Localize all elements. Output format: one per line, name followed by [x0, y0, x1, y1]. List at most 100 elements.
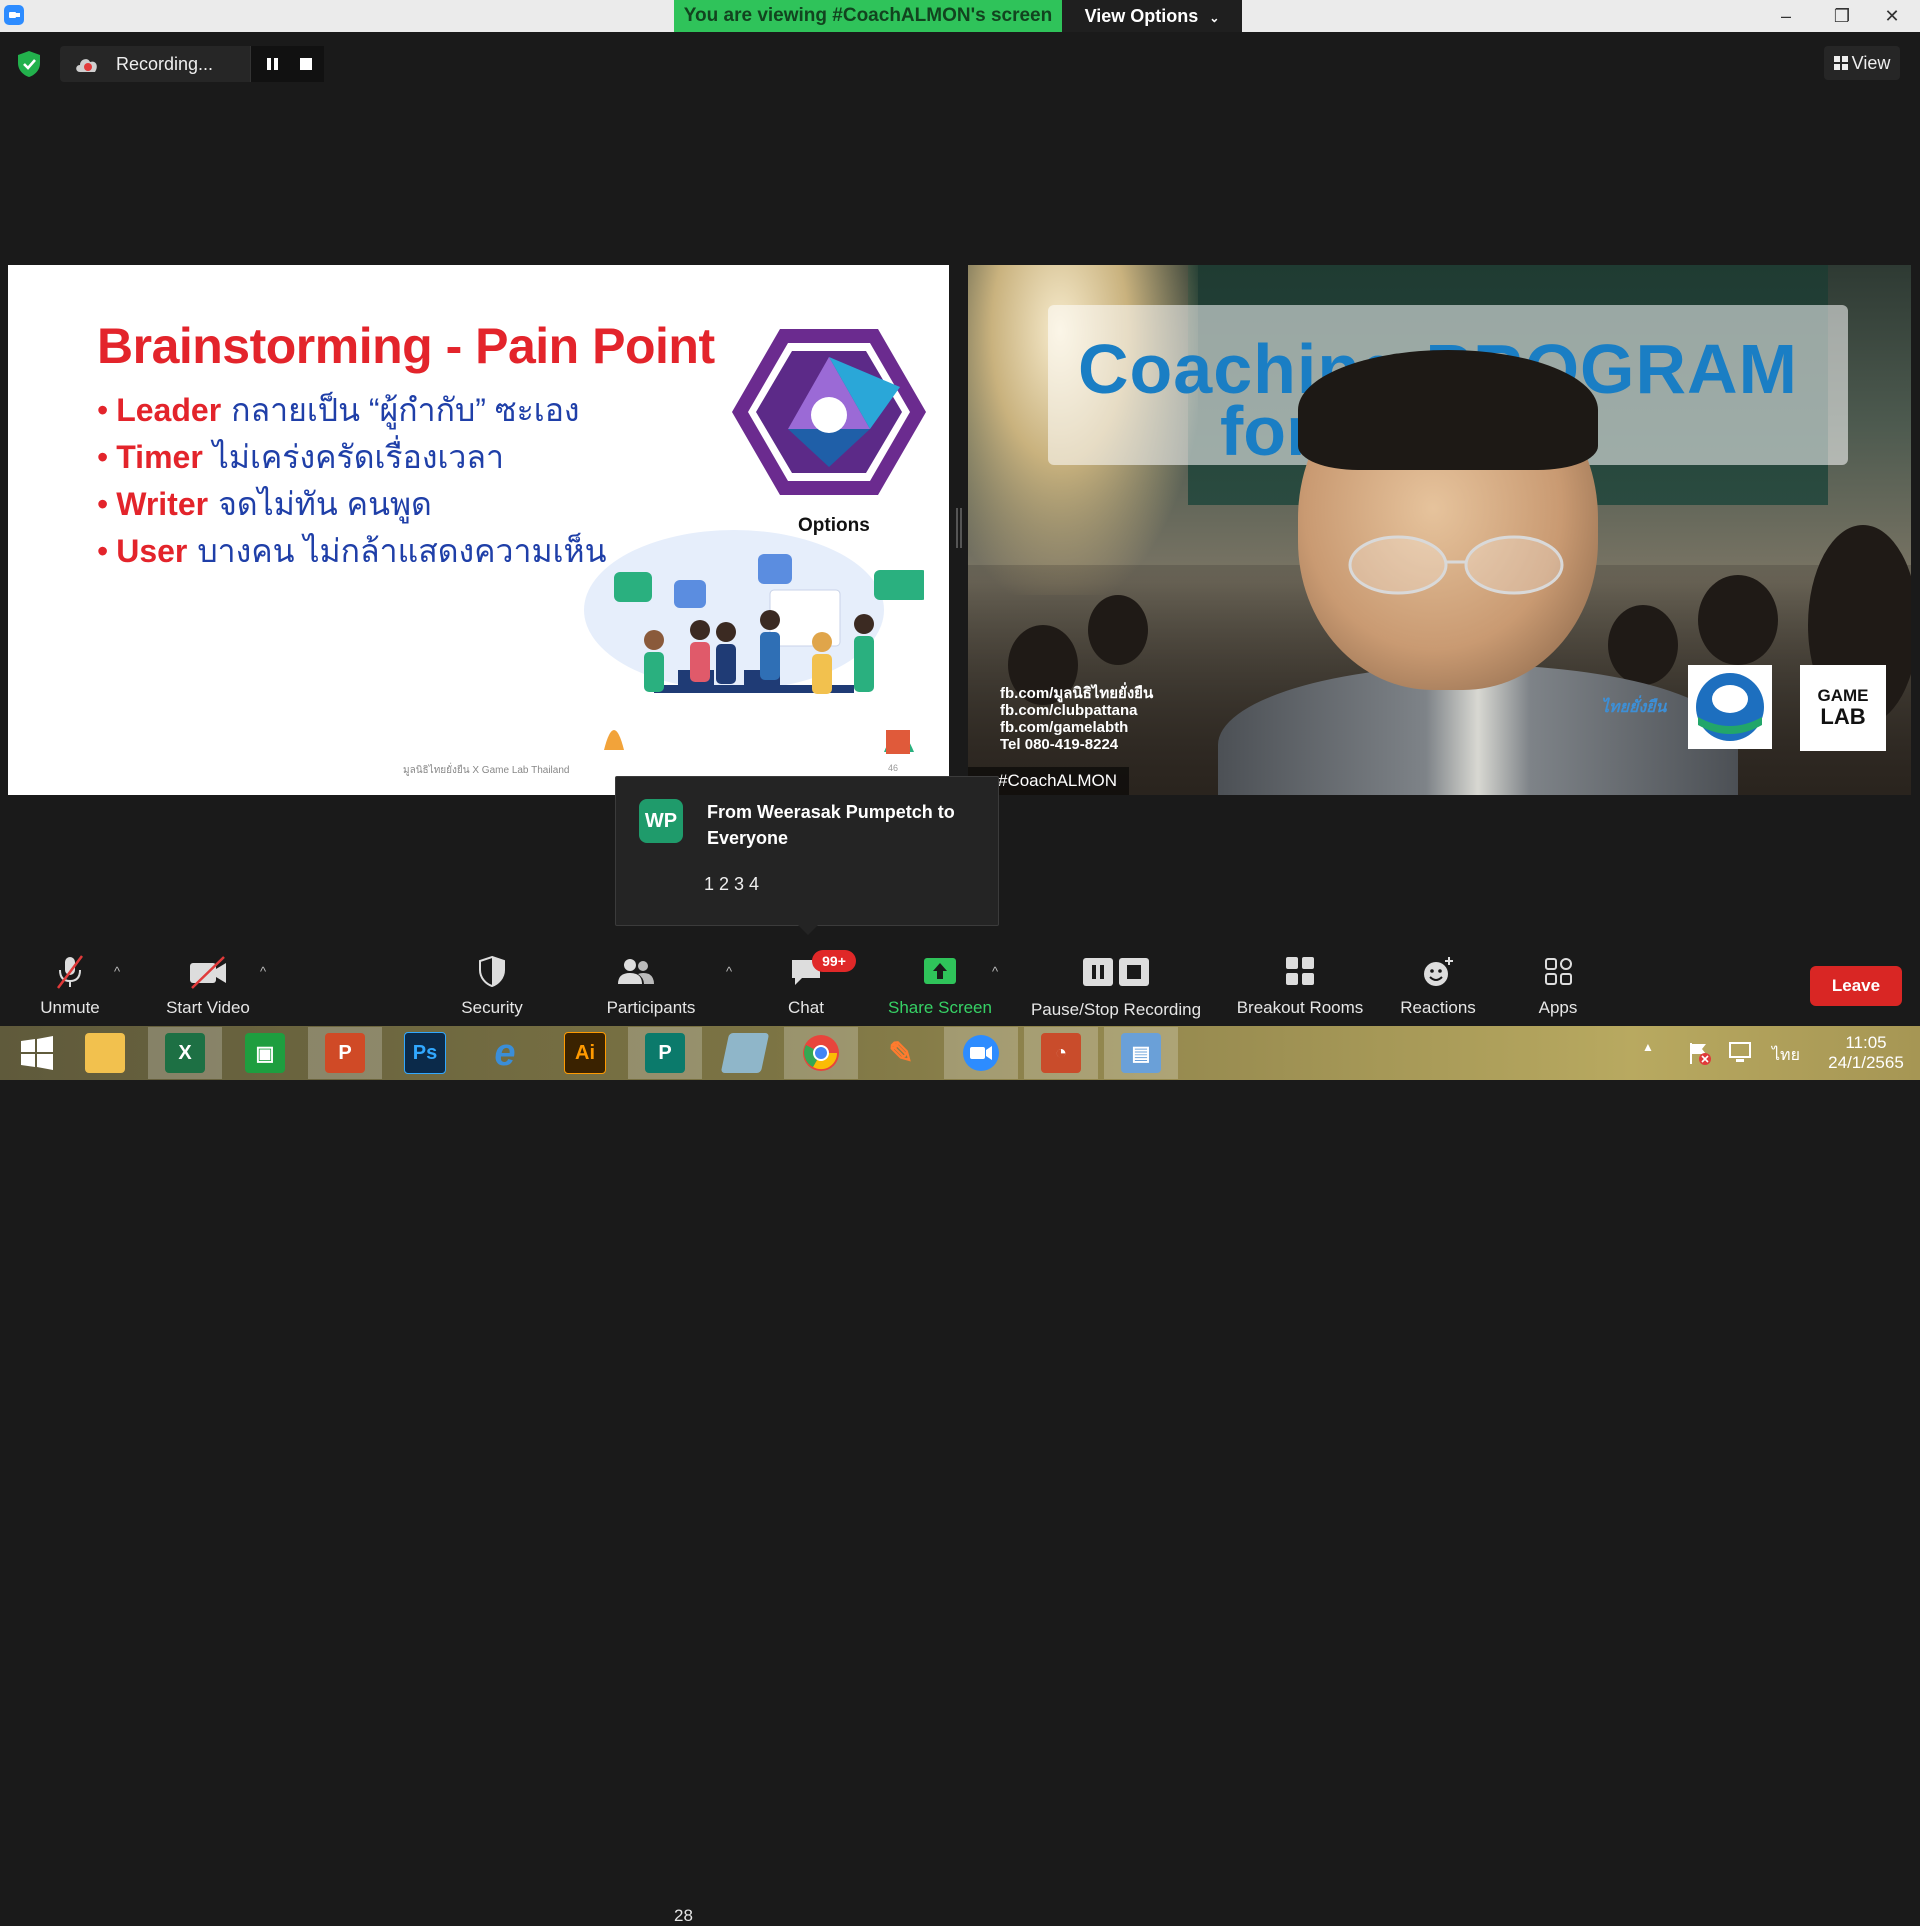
bullet-text: ไม่เคร่งครัดเรื่องเวลา: [212, 439, 504, 475]
taskbar-publisher[interactable]: P: [628, 1027, 702, 1079]
taskbar-powerpoint[interactable]: P: [308, 1027, 382, 1079]
chat-unread-badge: 99+: [812, 950, 856, 972]
contact-info: fb.com/มูลนิธิไทยยั่งยืน fb.com/clubpatt…: [1000, 685, 1153, 753]
start-video-button[interactable]: Start Video: [150, 946, 266, 1026]
bullet-keyword: Leader: [116, 392, 222, 428]
taskbar-chrome[interactable]: [784, 1027, 858, 1079]
taskbar-file-explorer[interactable]: [68, 1027, 142, 1079]
leave-meeting-button[interactable]: Leave: [1810, 966, 1902, 1006]
foundation-logo-icon: [1688, 665, 1772, 749]
stop-recording-button[interactable]: [288, 46, 324, 82]
bullet-item: • Writer จดไม่ทัน คนพูด: [97, 481, 606, 528]
security-button[interactable]: Security: [442, 946, 542, 1026]
view-options-button[interactable]: View Options ⌄: [1062, 0, 1242, 32]
avatar: WP: [639, 799, 683, 843]
gamelab-logo-line1: GAME: [1817, 686, 1869, 705]
bullet-item: • Timer ไม่เคร่งครัดเรื่องเวลา: [97, 434, 606, 481]
restore-button[interactable]: ❐: [1820, 0, 1864, 32]
action-center-flag-icon[interactable]: [1686, 1040, 1712, 1066]
share-screen-arrow-icon: [924, 958, 956, 984]
bullet-item: • Leader กลายเป็น “ผู้กำกับ” ซะเอง: [97, 387, 606, 434]
options-hexagon-diagram: [732, 329, 926, 495]
taskbar-clock[interactable]: 11:05 24/1/2565: [1818, 1033, 1914, 1073]
taskbar-paint[interactable]: ✎: [864, 1027, 938, 1079]
video-options-caret[interactable]: ^: [254, 964, 272, 982]
pause-stop-label: Pause/Stop Recording: [1030, 1000, 1202, 1019]
encryption-shield-icon[interactable]: [16, 50, 42, 78]
shield-icon: [479, 955, 505, 988]
slide-footer: มูลนิธิไทยยั่งยืน X Game Lab Thailand: [403, 765, 570, 776]
slide-title: Brainstorming - Pain Point: [97, 318, 715, 374]
pause-stop-icon: [1083, 958, 1149, 986]
bullet-dot: •: [97, 486, 109, 522]
notepad-icon: [720, 1033, 770, 1073]
chevron-down-icon: ⌄: [1209, 11, 1220, 25]
bullet-text: กลายเป็น “ผู้กำกับ” ซะเอง: [231, 392, 580, 428]
photoshop-icon: Ps: [404, 1032, 446, 1074]
chat-label: Chat: [788, 998, 824, 1017]
breakout-rooms-label: Breakout Rooms: [1236, 998, 1364, 1017]
pause-stop-recording-button[interactable]: Pause/Stop Recording: [1024, 946, 1208, 1026]
internet-explorer-icon: e: [494, 1031, 516, 1074]
breakout-rooms-button[interactable]: Breakout Rooms: [1228, 946, 1372, 1026]
minimize-button[interactable]: –: [1764, 0, 1808, 32]
close-button[interactable]: ✕: [1864, 0, 1920, 32]
taskbar-internet-explorer[interactable]: e: [468, 1027, 542, 1079]
view-layout-button[interactable]: View: [1824, 46, 1900, 80]
powerpoint-icon: P: [325, 1033, 365, 1073]
taskbar-excel[interactable]: X: [148, 1027, 222, 1079]
bullet-text: บางคน ไม่กล้าแสดงความเห็น: [197, 533, 607, 569]
taskbar-remote-desktop[interactable]: ▤: [1104, 1027, 1178, 1079]
taskbar-store[interactable]: ▣: [228, 1027, 302, 1079]
contact-line: fb.com/clubpattana: [1000, 702, 1138, 719]
start-button[interactable]: [0, 1027, 74, 1079]
share-screen-button[interactable]: Share Screen: [880, 946, 1000, 1026]
taskbar-notepad[interactable]: [708, 1027, 782, 1079]
bullet-dot: •: [97, 439, 109, 475]
participants-label: Participants: [606, 998, 696, 1017]
participants-options-caret[interactable]: ^: [720, 964, 738, 982]
video-camera-off-icon: [190, 956, 226, 989]
speaker-video-tile[interactable]: Coaching PROGRAM for rer fb.com/มูลนิธิไ…: [968, 265, 1911, 795]
taskbar-zoom[interactable]: [944, 1027, 1018, 1079]
input-language-indicator[interactable]: ไทย: [1772, 1043, 1800, 1097]
tray-overflow-arrow[interactable]: ▲: [1642, 1040, 1654, 1094]
reactions-button[interactable]: Reactions: [1388, 946, 1488, 1026]
audio-options-caret[interactable]: ^: [108, 964, 126, 982]
participants-button[interactable]: Participants: [596, 946, 706, 1026]
windows-taskbar: X ▣ P Ps e Ai P ✎ ◔ ▤: [0, 1026, 1920, 1080]
security-label: Security: [461, 998, 523, 1017]
shared-screen-slide: Brainstorming - Pain Point • Leader กลายเป…: [8, 265, 949, 795]
participants-count: 28: [674, 1906, 693, 1925]
apps-button[interactable]: Apps: [1518, 946, 1598, 1026]
bullet-keyword: Timer: [116, 439, 203, 475]
chat-notification[interactable]: WP From Weerasak Pumpetch to Everyone 1 …: [615, 776, 999, 935]
chrome-icon: [803, 1035, 839, 1071]
store-bag-icon: ▣: [245, 1033, 285, 1073]
taskbar-presentation-app[interactable]: ◔: [1024, 1027, 1098, 1079]
gamelab-logo-line2: LAB: [1820, 704, 1866, 729]
apps-icon: [1545, 958, 1572, 985]
split-view-handle[interactable]: [954, 508, 964, 548]
window-titlebar: You are viewing #CoachALMON's screen Vie…: [0, 0, 1920, 32]
taskbar-illustrator[interactable]: Ai: [548, 1027, 622, 1079]
share-options-caret[interactable]: ^: [986, 964, 1004, 982]
unmute-button[interactable]: Unmute: [20, 946, 120, 1026]
smiley-add-icon: [1424, 957, 1453, 986]
paint-brush-icon: ✎: [888, 1036, 914, 1070]
meeting-toolbar: Unmute ^ Start Video ^ Security Particip…: [0, 946, 1920, 1925]
apps-label: Apps: [1538, 998, 1578, 1017]
excel-icon: X: [165, 1033, 205, 1073]
folder-icon: [85, 1033, 125, 1073]
bullet-item: • User บางคน ไม่กล้าแสดงความเห็น: [97, 528, 606, 575]
chat-message: 1 2 3 4: [704, 874, 760, 894]
illustrator-icon: Ai: [564, 1032, 606, 1074]
unmute-label: Unmute: [40, 998, 100, 1017]
taskbar-photoshop[interactable]: Ps: [388, 1027, 462, 1079]
bullet-keyword: User: [116, 533, 188, 569]
gamelab-logo: GAME LAB: [1800, 665, 1886, 751]
network-icon[interactable]: [1726, 1040, 1754, 1066]
zoom-app-icon: [4, 5, 24, 25]
team-meeting-illustration: [584, 530, 924, 754]
slide-bullet-list: • Leader กลายเป็น “ผู้กำกับ” ซะเอง • Timer ไ…: [97, 387, 606, 575]
